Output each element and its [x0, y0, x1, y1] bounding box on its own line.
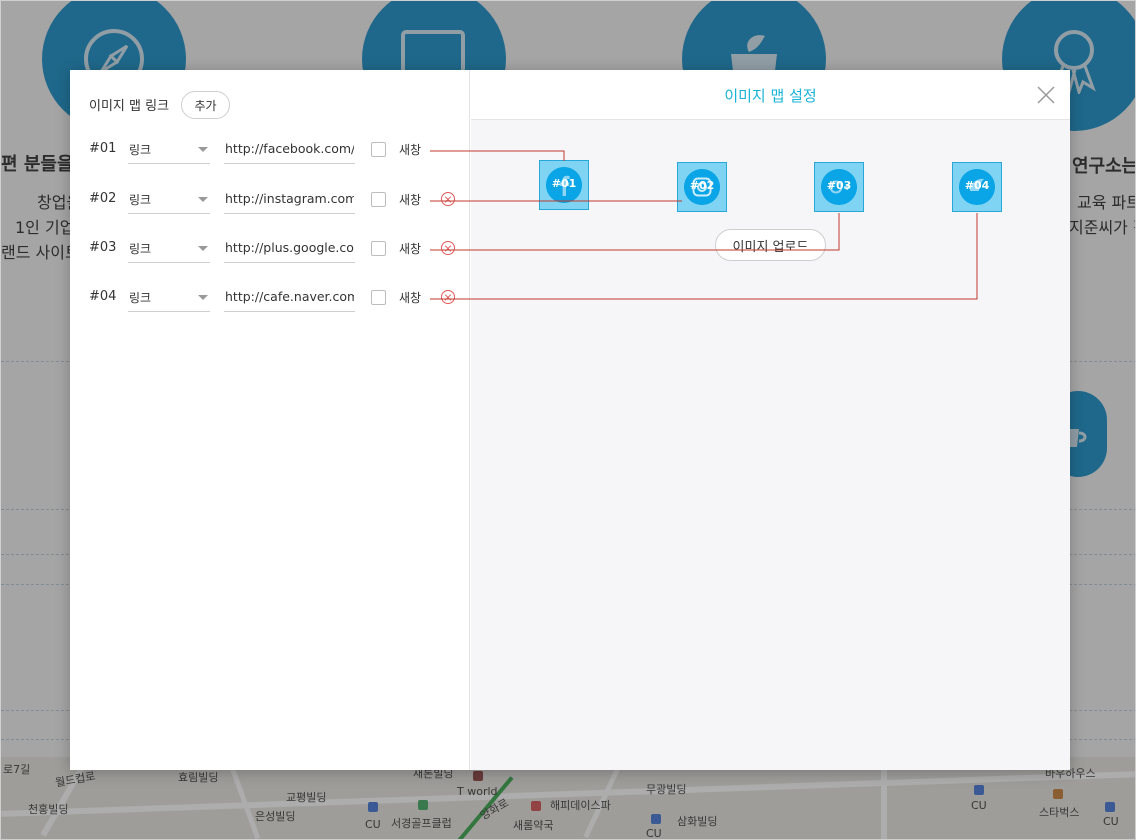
modal-title: 이미지 맵 설정: [724, 87, 817, 105]
new-window-label: 새창: [399, 291, 422, 305]
link-type-select[interactable]: 링크: [128, 282, 210, 312]
chevron-down-icon: [198, 197, 208, 202]
row-number: #01: [89, 141, 117, 156]
link-type-value: 링크: [129, 143, 152, 157]
map-area-02[interactable]: #02: [677, 162, 727, 212]
chevron-down-icon: [198, 295, 208, 300]
link-row: #04 링크 새창: [70, 278, 470, 318]
link-url-input[interactable]: [224, 134, 355, 164]
new-window-checkbox[interactable]: [371, 142, 386, 157]
chevron-down-icon: [198, 246, 208, 251]
map-area-label: #04: [964, 179, 990, 192]
new-window-checkbox[interactable]: [371, 241, 386, 256]
link-url-input[interactable]: [224, 282, 355, 312]
row-number: #03: [89, 240, 117, 255]
link-url-input[interactable]: [224, 184, 355, 214]
link-type-select[interactable]: 링크: [128, 233, 210, 263]
link-row: #01 링크 새창: [70, 130, 470, 170]
link-type-select[interactable]: 링크: [128, 134, 210, 164]
remove-link-icon[interactable]: [441, 192, 455, 206]
links-section-title: 이미지 맵 링크: [89, 99, 170, 114]
new-window-checkbox[interactable]: [371, 192, 386, 207]
map-area-01[interactable]: #01: [539, 160, 589, 210]
remove-link-icon[interactable]: [441, 241, 455, 255]
remove-link-icon[interactable]: [441, 290, 455, 304]
image-map-settings-modal: 이미지 맵 링크 추가 #01 링크 새창 #02 링크 새창 #03: [70, 70, 1070, 770]
new-window-label: 새창: [399, 242, 422, 256]
add-link-button[interactable]: 추가: [181, 91, 230, 119]
link-type-value: 링크: [129, 193, 152, 207]
link-type-select[interactable]: 링크: [128, 184, 210, 214]
row-number: #04: [89, 289, 117, 304]
link-type-value: 링크: [129, 291, 152, 305]
map-area-label: #02: [689, 179, 715, 192]
link-row: #02 링크 새창: [70, 180, 470, 220]
row-number: #02: [89, 191, 117, 206]
link-type-value: 링크: [129, 242, 152, 256]
map-area-03[interactable]: #03: [814, 162, 864, 212]
link-row: #03 링크 새창: [70, 229, 470, 269]
link-list-panel: 이미지 맵 링크 추가 #01 링크 새창 #02 링크 새창 #03: [70, 70, 470, 770]
close-icon[interactable]: [1035, 84, 1057, 106]
new-window-label: 새창: [399, 143, 422, 157]
image-map-canvas: 이미지 맵 설정 #01 #02 #03 #04 이미지 업로드: [471, 70, 1070, 770]
chevron-down-icon: [198, 147, 208, 152]
link-url-input[interactable]: [224, 233, 355, 263]
new-window-checkbox[interactable]: [371, 290, 386, 305]
new-window-label: 새창: [399, 193, 422, 207]
map-area-04[interactable]: #04: [952, 162, 1002, 212]
map-area-label: #01: [551, 177, 577, 190]
image-upload-button[interactable]: 이미지 업로드: [715, 229, 826, 261]
modal-header: 이미지 맵 설정: [471, 70, 1070, 120]
map-area-label: #03: [826, 179, 852, 192]
